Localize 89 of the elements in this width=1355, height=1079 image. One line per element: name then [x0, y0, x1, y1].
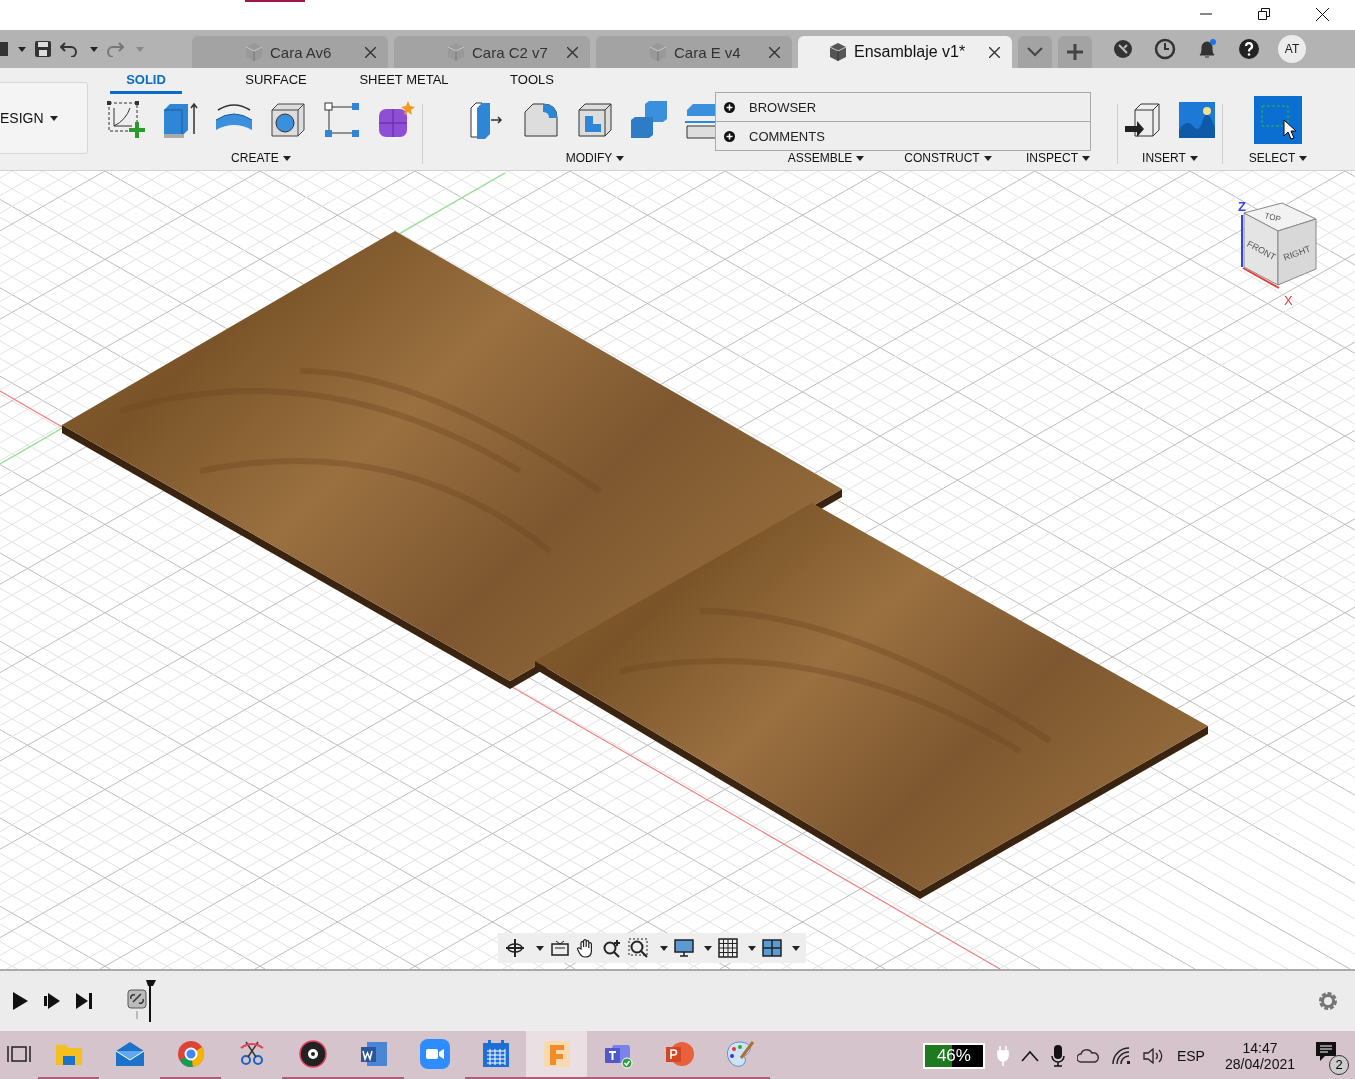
- calendar-icon: [481, 1040, 510, 1068]
- ribbon-tab[interactable]: SOLID: [110, 72, 182, 94]
- clock-date: 28/04/2021: [1224, 1055, 1295, 1072]
- language-indicator[interactable]: ESP: [1176, 1047, 1205, 1064]
- new-tab-button[interactable]: [1058, 36, 1092, 68]
- caret-icon[interactable]: [748, 945, 756, 951]
- orbit-icon[interactable]: [504, 938, 526, 958]
- caret-icon[interactable]: [660, 945, 668, 951]
- clock-time: 14:47: [1242, 1039, 1278, 1056]
- cube-icon: [648, 42, 668, 62]
- ribbon-tab[interactable]: SURFACE: [222, 72, 330, 94]
- step-forward-icon[interactable]: [44, 993, 60, 1009]
- music-disc-icon: [298, 1040, 327, 1068]
- wood-board[interactable]: [62, 231, 842, 689]
- cube-icon: [446, 42, 466, 62]
- wifi-icon[interactable]: [1110, 1046, 1131, 1065]
- ribbon-tab[interactable]: TOOLS: [478, 72, 586, 94]
- caret-icon[interactable]: [792, 945, 800, 951]
- panel-item[interactable]: COMMENTS: [716, 121, 1090, 150]
- caret-icon[interactable]: [18, 46, 26, 52]
- restore-icon[interactable]: [1258, 8, 1270, 20]
- form-icon[interactable]: [376, 100, 416, 140]
- title-accent: [245, 0, 305, 2]
- close-icon[interactable]: [989, 46, 1000, 58]
- tool-group-menu[interactable]: MODIFY: [565, 150, 625, 166]
- panel-item[interactable]: BROWSER: [716, 93, 1090, 121]
- caret-icon[interactable]: [704, 945, 712, 951]
- battery-meter[interactable]: 46%: [922, 1042, 985, 1069]
- axis-label: X: [1284, 293, 1293, 308]
- tool-group-menu[interactable]: INSERT: [1142, 150, 1198, 166]
- grid-icon[interactable]: [718, 938, 738, 958]
- skip-end-icon[interactable]: [76, 993, 92, 1009]
- bell-icon[interactable]: [1196, 38, 1218, 60]
- select-icon[interactable]: [1254, 96, 1302, 144]
- file-icon[interactable]: [0, 40, 10, 58]
- workspace-dropdown[interactable]: ESIGN: [0, 82, 88, 154]
- cube-face-label: TOP: [1263, 211, 1282, 225]
- hole-icon[interactable]: [268, 100, 308, 140]
- zoom-window-icon[interactable]: [628, 938, 650, 958]
- help-icon[interactable]: [1238, 38, 1260, 60]
- combine-icon[interactable]: [629, 100, 669, 140]
- document-tab[interactable]: Cara E v4: [596, 36, 792, 68]
- undo-icon[interactable]: [60, 41, 78, 57]
- axis-label: Z: [1238, 199, 1246, 214]
- document-tab[interactable]: Cara C2 v7: [394, 36, 590, 68]
- play-icon[interactable]: [12, 992, 28, 1010]
- chevron-up-icon[interactable]: [1020, 1049, 1039, 1062]
- notification-count: 2: [1329, 1054, 1349, 1075]
- viewports-icon[interactable]: [762, 938, 782, 958]
- cloud-icon[interactable]: [1076, 1048, 1099, 1063]
- document-tab[interactable]: Cara Av6: [192, 36, 388, 68]
- video-camera-icon: [419, 1039, 450, 1069]
- caret-icon[interactable]: [90, 46, 98, 52]
- ribbon-tab[interactable]: SHEET METAL: [334, 72, 474, 94]
- close-icon[interactable]: [1316, 8, 1329, 21]
- clock-icon[interactable]: [1154, 38, 1176, 60]
- document-tab[interactable]: Ensamblaje v1*: [798, 36, 1012, 68]
- sketch-icon[interactable]: [106, 100, 146, 140]
- browser-icon: [176, 1040, 205, 1068]
- insert-icon[interactable]: [1123, 100, 1163, 140]
- tab-list-button[interactable]: [1018, 36, 1052, 68]
- microphone-icon[interactable]: [1050, 1044, 1065, 1067]
- tool-group-menu[interactable]: CREATE: [231, 150, 291, 166]
- app-logo-icon: [541, 1039, 572, 1069]
- cube-icon: [244, 42, 264, 62]
- fillet-icon[interactable]: [521, 100, 561, 140]
- tool-group-menu[interactable]: SELECT: [1248, 150, 1308, 166]
- slides-icon: [663, 1039, 694, 1069]
- settings-icon[interactable]: [1317, 990, 1339, 1012]
- extension-icon[interactable]: [1112, 38, 1134, 60]
- clock[interactable]: 14:47 28/04/2021: [1224, 1039, 1295, 1072]
- zoom-icon[interactable]: [602, 938, 622, 958]
- document-icon: [358, 1039, 389, 1069]
- plus-icon: [1066, 43, 1084, 61]
- wood-board[interactable]: [535, 503, 1208, 899]
- look-at-icon[interactable]: [550, 938, 570, 958]
- save-icon[interactable]: [34, 40, 52, 58]
- shell-icon[interactable]: [575, 100, 615, 140]
- pattern-icon[interactable]: [322, 100, 362, 140]
- mail-icon: [114, 1041, 145, 1067]
- speaker-icon[interactable]: [1142, 1046, 1165, 1065]
- caret-icon[interactable]: [536, 945, 544, 951]
- battery-reading: 46%: [936, 1045, 971, 1066]
- cube-icon: [828, 42, 848, 62]
- display-icon[interactable]: [674, 938, 694, 958]
- user-avatar[interactable]: AT: [1278, 35, 1306, 63]
- palette-icon: [724, 1040, 755, 1068]
- chevron-icon: [1027, 47, 1043, 57]
- image-icon[interactable]: [1177, 100, 1217, 140]
